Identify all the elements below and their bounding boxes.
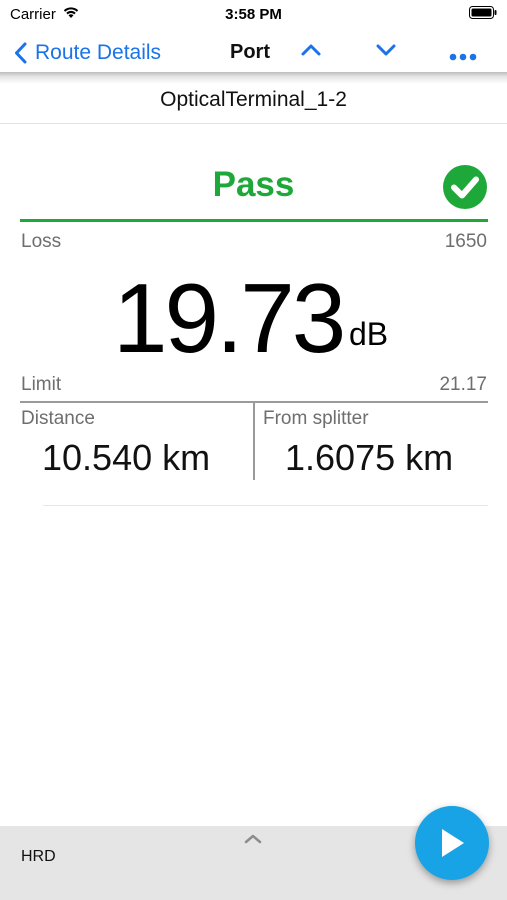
from-splitter-value: 1.6075 km	[285, 437, 454, 478]
bottom-bar-label: HRD	[21, 848, 56, 865]
more-button[interactable]	[449, 48, 477, 66]
limit-label: Limit	[21, 374, 62, 395]
navigation-bar: Route Details Port	[0, 30, 507, 76]
battery-icon	[469, 6, 497, 19]
limit-value: 21.17	[439, 374, 487, 395]
expand-chevron-icon[interactable]	[243, 832, 263, 850]
chevron-up-icon	[301, 44, 321, 56]
back-button-label: Route Details	[35, 41, 162, 64]
loss-label: Loss	[21, 231, 62, 252]
check-circle-icon	[442, 164, 488, 215]
status-time: 3:58 PM	[225, 6, 282, 23]
chevron-left-icon	[15, 42, 27, 64]
loss-value: 19.73	[113, 263, 346, 373]
chevron-down-icon	[376, 44, 396, 56]
nav-title: Port	[230, 41, 270, 63]
more-icon	[449, 53, 477, 61]
result-rule	[20, 219, 488, 222]
divider	[43, 505, 488, 506]
nav-shadow	[0, 72, 507, 84]
distance-label: Distance	[21, 408, 95, 429]
status-bar: Carrier 3:58 PM	[0, 0, 507, 30]
result-status: Pass	[212, 165, 295, 204]
distance-value: 10.540 km	[42, 437, 211, 478]
divider	[0, 123, 507, 124]
back-button[interactable]: Route Details	[14, 39, 161, 67]
loss-wavelength: 1650	[444, 231, 487, 252]
from-splitter-label: From splitter	[263, 408, 369, 429]
loss-unit: dB	[349, 316, 389, 352]
column-divider	[253, 403, 255, 480]
terminal-title: OpticalTerminal_1-2	[160, 88, 347, 111]
next-port-button[interactable]	[375, 43, 397, 62]
play-button[interactable]	[415, 806, 489, 880]
play-icon	[442, 829, 464, 857]
previous-port-button[interactable]	[300, 43, 322, 62]
port-details-screen: Carrier 3:58 PM Route Details Port Optic…	[0, 0, 507, 900]
